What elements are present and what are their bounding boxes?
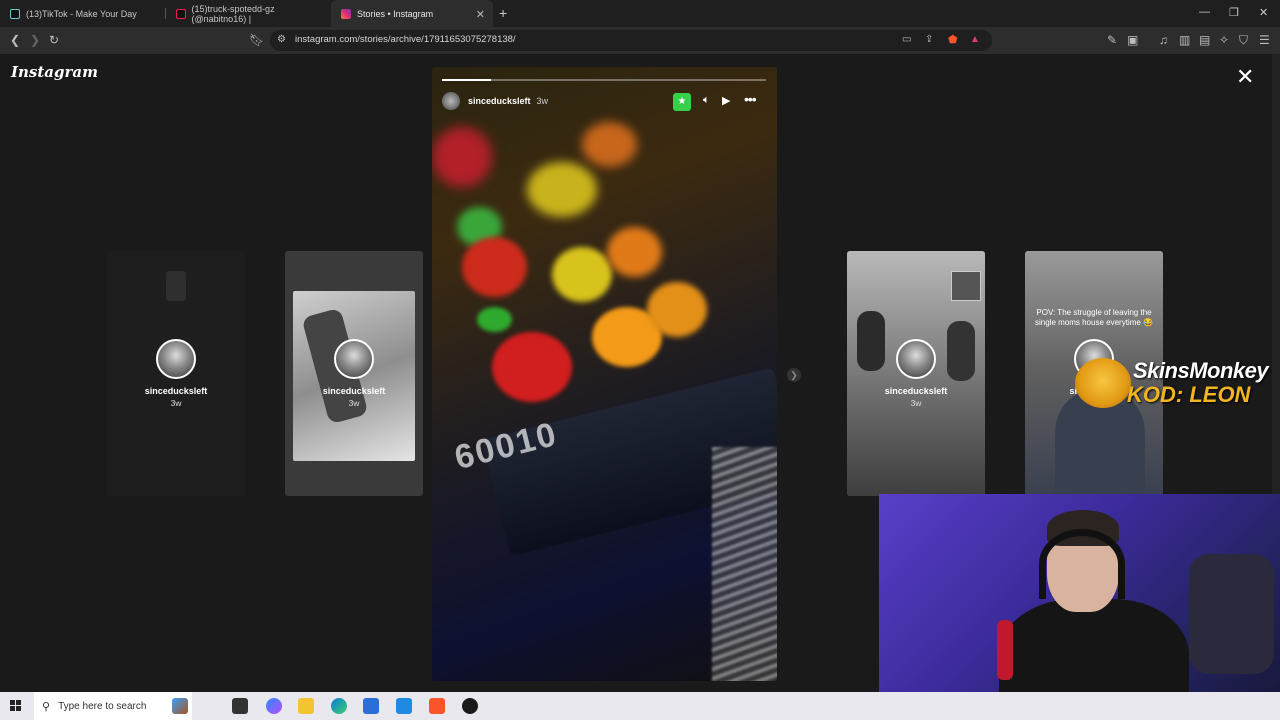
story-preview-card[interactable]: sinceducksleft 3w [107, 251, 245, 496]
slot-fruit [552, 247, 612, 302]
microphone-icon [997, 620, 1013, 680]
new-tab-button[interactable]: + [499, 5, 507, 21]
app-icon[interactable] [396, 698, 412, 714]
close-stories-button[interactable]: ✕ [1236, 66, 1254, 88]
story-username: sinceducksleft [322, 386, 386, 396]
avatar [334, 339, 374, 379]
leo-ai-icon[interactable]: ✧ [1219, 33, 1229, 47]
story-progress-fill [442, 79, 491, 81]
share-icon[interactable]: ⇪ [925, 33, 933, 47]
story-preview-card[interactable]: sinceducksleft 3w [285, 251, 423, 496]
bookmark-icon[interactable]: 🔖︎ [249, 33, 264, 47]
story-time: 3w [348, 398, 360, 408]
file-explorer-icon[interactable] [298, 698, 314, 714]
window-close-icon[interactable]: ✕ [1259, 6, 1268, 19]
avatar [156, 339, 196, 379]
sponsor-name: SkinsMonkey [1133, 358, 1269, 383]
wallet-icon[interactable]: ▤ [1199, 33, 1210, 47]
story-username: sinceducksleft [144, 386, 208, 396]
slot-fruit [647, 282, 707, 337]
story-preview-card[interactable]: sinceducksleft 3w [847, 251, 985, 496]
avatar [896, 339, 936, 379]
copilot-icon[interactable] [266, 698, 282, 714]
instagram-logo[interactable]: Instagram [11, 63, 98, 81]
story-time: 3w [910, 398, 922, 408]
brave-icon[interactable] [429, 698, 445, 714]
story-sticker [951, 271, 981, 301]
headset-icon [1039, 529, 1125, 599]
slot-fruit [492, 332, 572, 402]
task-view-icon[interactable] [232, 698, 248, 714]
brave-rewards-icon[interactable]: ▲ [970, 33, 980, 47]
browser-toolbar: ❮ ❯ ↻ 🔖︎ ⚙︎ instagram.com/stories/archiv… [0, 27, 1280, 54]
story-username[interactable]: sinceducksleft [468, 96, 531, 106]
avatar[interactable] [442, 92, 460, 110]
search-icon: ⚲ [42, 700, 51, 713]
sponsor-code: KOD: LEON [1127, 382, 1251, 407]
next-story-arrow-icon[interactable]: ❯ [787, 368, 801, 382]
restore-icon[interactable]: ❐ [1229, 6, 1239, 19]
store-icon[interactable] [363, 698, 379, 714]
slot-fruit [462, 237, 527, 297]
brave-shields-icon[interactable]: ⬟ [948, 33, 958, 47]
menu-icon[interactable]: ☰ [1259, 33, 1270, 47]
story-header: sinceducksleft 3w [442, 92, 548, 110]
back-icon[interactable]: ❮ [10, 33, 20, 47]
more-options-icon[interactable]: ••• [744, 91, 757, 107]
taskbar-search[interactable]: ⚲ Type here to search [34, 692, 192, 720]
browser-tab-bar: (13)TikTok - Make Your Day (15)truck-spo… [0, 0, 1280, 27]
tab-close-icon[interactable]: ✕ [476, 8, 485, 21]
search-placeholder: Type here to search [58, 700, 147, 712]
mute-icon[interactable]: 🔈︎ [703, 94, 710, 107]
slot-fruit [527, 162, 597, 217]
slot-fruit [432, 127, 492, 187]
tab-tiktok-profile[interactable]: (15)truck-spotedd-gz (@nabitno16) | [166, 0, 328, 27]
windows-start-icon[interactable] [10, 700, 22, 712]
person-figure [857, 311, 885, 371]
tab-instagram-stories[interactable]: Stories • Instagram ✕ [331, 0, 493, 27]
tiktok-icon [176, 8, 186, 19]
media-icon[interactable]: ♫ [1159, 33, 1168, 47]
instagram-icon [341, 8, 351, 19]
site-settings-icon[interactable]: ⚙︎ [277, 33, 286, 47]
vpn-icon[interactable]: ⛉ [1239, 33, 1248, 47]
cast-icon[interactable]: ▭ [902, 33, 911, 47]
weather-widget-icon[interactable] [172, 698, 188, 714]
webcam-overlay [879, 494, 1280, 720]
story-time: 3w [536, 96, 549, 106]
story-time: 3w [170, 398, 182, 408]
tab-label: (13)TikTok - Make Your Day [26, 8, 137, 19]
slot-fruit [477, 307, 512, 332]
close-friends-star-icon: ★ [673, 93, 691, 111]
tab-tiktok[interactable]: (13)TikTok - Make Your Day [0, 0, 165, 27]
play-icon[interactable]: ▶ [722, 94, 730, 107]
sponsor-overlay: SkinsMonkey KOD: LEON [1075, 358, 1269, 408]
screenshot-icon[interactable]: ▣ [1127, 33, 1138, 47]
tab-label: (15)truck-spotedd-gz (@nabitno16) | [191, 3, 275, 24]
reload-icon[interactable]: ↻ [49, 33, 59, 47]
extensions-icon[interactable]: ✎ [1107, 33, 1117, 47]
slot-fruit [607, 227, 662, 277]
story-thumbnail [166, 271, 186, 301]
sidebar-icon[interactable]: ▥ [1179, 33, 1190, 47]
story-caption: POV: The struggle of leaving the single … [1034, 308, 1153, 327]
obs-icon[interactable] [462, 698, 478, 714]
edge-icon[interactable] [331, 698, 347, 714]
tab-label: Stories • Instagram [357, 8, 434, 19]
url-text: instagram.com/stories/archive/1791165307… [295, 34, 516, 45]
slot-buttons [712, 447, 777, 681]
forward-icon[interactable]: ❯ [30, 33, 40, 47]
gaming-chair [1189, 554, 1274, 674]
story-username: sinceducksleft [884, 386, 948, 396]
monkey-logo-icon [1075, 358, 1131, 408]
story-progress-bar [442, 79, 766, 81]
active-story[interactable]: 60010 sinceducksleft 3w ★ 🔈︎ ▶ ••• [432, 67, 777, 681]
person-figure [947, 321, 975, 381]
tiktok-icon [10, 8, 20, 19]
slot-fruit [582, 122, 637, 167]
windows-taskbar: ⚲ Type here to search [0, 692, 1280, 720]
address-bar[interactable]: ⚙︎ instagram.com/stories/archive/1791165… [270, 30, 992, 51]
minimize-icon[interactable]: — [1199, 6, 1210, 18]
